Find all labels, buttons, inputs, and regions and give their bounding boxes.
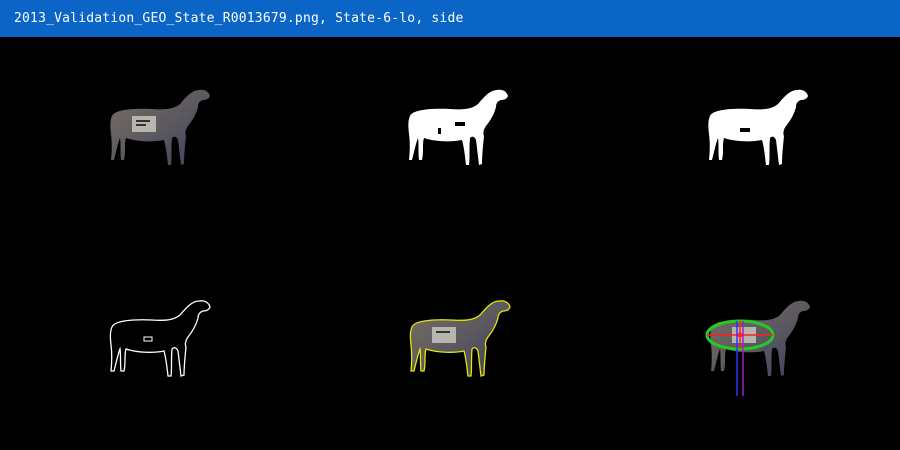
goat-contour — [109, 300, 211, 377]
goat-mask-refined — [708, 89, 808, 166]
title-bar: 2013_Validation_GEO_State_R0013679.png, … — [0, 0, 900, 37]
panel-binary-mask — [300, 37, 600, 243]
panel-refined-mask — [600, 37, 900, 243]
goat-photo — [110, 89, 210, 166]
panel-original-photo — [0, 37, 300, 243]
window-title: 2013_Validation_GEO_State_R0013679.png, … — [14, 11, 464, 26]
goat-overlay — [409, 300, 511, 377]
image-grid — [0, 37, 900, 450]
panel-measurement-overlay — [600, 243, 900, 449]
panel-contour-overlay — [300, 243, 600, 449]
panel-contour-outline — [0, 243, 300, 449]
goat-measured — [710, 300, 810, 376]
goat-mask — [408, 89, 508, 166]
centroid-dot — [737, 332, 743, 338]
